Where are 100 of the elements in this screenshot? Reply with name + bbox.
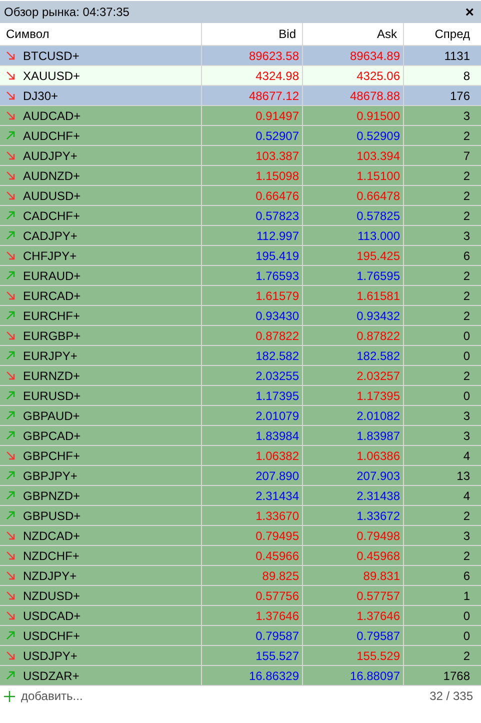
- symbol-cell-text: USDCHF+: [23, 628, 80, 644]
- spread-cell-text: 2: [463, 268, 470, 284]
- quote-row[interactable]: USDJPY+ 155.527 155.529 2: [0, 646, 481, 666]
- quote-row[interactable]: GBPJPY+ 207.890 207.903 13: [0, 466, 481, 486]
- spread-cell-text: 1: [463, 588, 470, 604]
- symbol-cell-text: GBPNZD+: [23, 488, 80, 504]
- column-header[interactable]: Символ: [0, 23, 202, 45]
- quote-row[interactable]: AUDCHF+ 0.52907 0.52909 2: [0, 126, 481, 146]
- column-header[interactable]: Ask: [303, 23, 404, 45]
- symbol-cell-text: AUDJPY+: [23, 148, 78, 164]
- symbol-cell-text: NZDCHF+: [23, 548, 80, 564]
- quote-row[interactable]: USDZAR+ 16.86329 16.88097 1768: [0, 666, 481, 686]
- quote-row[interactable]: AUDCAD+ 0.91497 0.91500 3: [0, 106, 481, 126]
- ask-cell-text: 16.88097: [350, 668, 400, 684]
- quote-row[interactable]: NZDCHF+ 0.45966 0.45968 2: [0, 546, 481, 566]
- bid-cell-text: 0.79587: [256, 628, 299, 644]
- quote-row[interactable]: GBPAUD+ 2.01079 2.01082 3: [0, 406, 481, 426]
- bid-cell-text: 0.45966: [256, 548, 299, 564]
- bid-cell-text: 1.37646: [256, 608, 299, 624]
- column-header[interactable]: Спред: [404, 23, 476, 45]
- bid-cell-text: 4324.98: [256, 68, 299, 84]
- ask-cell-text: 207.903: [356, 468, 400, 484]
- bid-cell-text: 103.387: [256, 148, 299, 164]
- spread-cell-text: 2: [463, 368, 470, 384]
- quote-row[interactable]: CADCHF+ 0.57823 0.57825 2: [0, 206, 481, 226]
- symbol-count: 32 / 335: [430, 688, 473, 705]
- spread-cell-text: 6: [463, 568, 470, 584]
- quote-row[interactable]: NZDUSD+ 0.57756 0.57757 1: [0, 586, 481, 606]
- symbol-cell-text: NZDCAD+: [23, 528, 80, 544]
- spread-cell-text: 2: [463, 208, 470, 224]
- symbol-cell-text: CHFJPY+: [23, 248, 77, 264]
- ask-cell-text: 0.66478: [356, 188, 400, 204]
- quote-row[interactable]: EURCHF+ 0.93430 0.93432 2: [0, 306, 481, 326]
- ask-cell-text: 0.93432: [356, 308, 400, 324]
- quote-row[interactable]: USDCHF+ 0.79587 0.79587 0: [0, 626, 481, 646]
- symbol-cell-text: XAUUSD+: [23, 68, 80, 84]
- quote-row[interactable]: AUDJPY+ 103.387 103.394 7: [0, 146, 481, 166]
- ask-cell-text: 1.37646: [356, 608, 400, 624]
- spread-cell-text: 2: [463, 308, 470, 324]
- ask-cell-text: 1.33672: [356, 508, 400, 524]
- bid-cell-text: 182.582: [256, 348, 299, 364]
- symbol-cell-text: EURGBP+: [23, 328, 81, 344]
- quote-row[interactable]: GBPCHF+ 1.06382 1.06386 4: [0, 446, 481, 466]
- quote-row[interactable]: GBPCAD+ 1.83984 1.83987 3: [0, 426, 481, 446]
- ask-cell-text: 2.01082: [356, 408, 400, 424]
- spread-cell-text: 0: [463, 628, 470, 644]
- ask-cell-text: 2.03257: [356, 368, 400, 384]
- quote-row[interactable]: EURAUD+ 1.76593 1.76595 2: [0, 266, 481, 286]
- ask-cell-text: 1.61581: [356, 288, 400, 304]
- quote-row[interactable]: DJ30+ 48677.12 48678.88 176: [0, 86, 481, 106]
- ask-cell-text: 195.425: [356, 248, 400, 264]
- spread-cell-text: 2: [463, 648, 470, 664]
- spread-cell-text: 0: [463, 348, 470, 364]
- bid-cell-text: 2.01079: [256, 408, 299, 424]
- bid-cell-text: 1.76593: [256, 268, 299, 284]
- symbol-cell-text: GBPUSD+: [23, 508, 81, 524]
- symbol-cell-text: EURCAD+: [23, 288, 81, 304]
- spread-cell-text: 2: [463, 508, 470, 524]
- quote-row[interactable]: CHFJPY+ 195.419 195.425 6: [0, 246, 481, 266]
- add-symbol-button[interactable]: добавить...: [4, 687, 83, 705]
- quote-row[interactable]: CADJPY+ 112.997 113.000 3: [0, 226, 481, 246]
- quote-row[interactable]: EURCAD+ 1.61579 1.61581 2: [0, 286, 481, 306]
- ask-cell-text: 2.31438: [356, 488, 400, 504]
- bid-cell-text: 1.61579: [256, 288, 299, 304]
- quote-row[interactable]: BTCUSD+ 89623.58 89634.89 1131: [0, 46, 481, 66]
- quote-row[interactable]: GBPNZD+ 2.31434 2.31438 4: [0, 486, 481, 506]
- ask-cell-text: 1.83987: [356, 428, 400, 444]
- quote-row[interactable]: EURUSD+ 1.17395 1.17395 0: [0, 386, 481, 406]
- bid-cell-text: 1.06382: [256, 448, 299, 464]
- ask-cell-text: 0.91500: [356, 108, 400, 124]
- quote-row[interactable]: XAUUSD+ 4324.98 4325.06 8: [0, 66, 481, 86]
- bid-cell-text: 0.91497: [256, 108, 299, 124]
- quote-row[interactable]: GBPUSD+ 1.33670 1.33672 2: [0, 506, 481, 526]
- quote-row[interactable]: EURGBP+ 0.87822 0.87822 0: [0, 326, 481, 346]
- spread-cell-text: 4: [463, 448, 470, 464]
- symbol-cell-text: USDZAR+: [23, 668, 80, 684]
- symbol-cell-text: GBPJPY+: [23, 468, 78, 484]
- ask-cell-text: 0.57757: [356, 588, 400, 604]
- spread-cell-text: 13: [456, 468, 470, 484]
- bid-cell-text: 1.17395: [256, 388, 299, 404]
- column-header[interactable]: Bid: [202, 23, 303, 45]
- plus-icon: [4, 690, 15, 702]
- bid-cell-text: 0.66476: [256, 188, 299, 204]
- symbol-cell-text: EURUSD+: [23, 388, 81, 404]
- bid-cell-text: 0.52907: [256, 128, 299, 144]
- bid-cell-text: 0.57756: [256, 588, 299, 604]
- bid-cell-text: 1.83984: [256, 428, 299, 444]
- quote-row[interactable]: USDCAD+ 1.37646 1.37646 0: [0, 606, 481, 626]
- close-button[interactable]: ×: [462, 4, 477, 20]
- spread-cell-text: 3: [463, 228, 470, 244]
- quote-row[interactable]: EURNZD+ 2.03255 2.03257 2: [0, 366, 481, 386]
- quote-row[interactable]: NZDJPY+ 89.825 89.831 6: [0, 566, 481, 586]
- quote-row[interactable]: AUDNZD+ 1.15098 1.15100 2: [0, 166, 481, 186]
- bid-cell-text: 207.890: [256, 468, 299, 484]
- quote-row[interactable]: EURJPY+ 182.582 182.582 0: [0, 346, 481, 366]
- symbol-cell-text: NZDJPY+: [23, 568, 77, 584]
- spread-cell-text: 2: [463, 188, 470, 204]
- bid-cell-text: 0.79495: [256, 528, 299, 544]
- quote-row[interactable]: AUDUSD+ 0.66476 0.66478 2: [0, 186, 481, 206]
- quote-row[interactable]: NZDCAD+ 0.79495 0.79498 3: [0, 526, 481, 546]
